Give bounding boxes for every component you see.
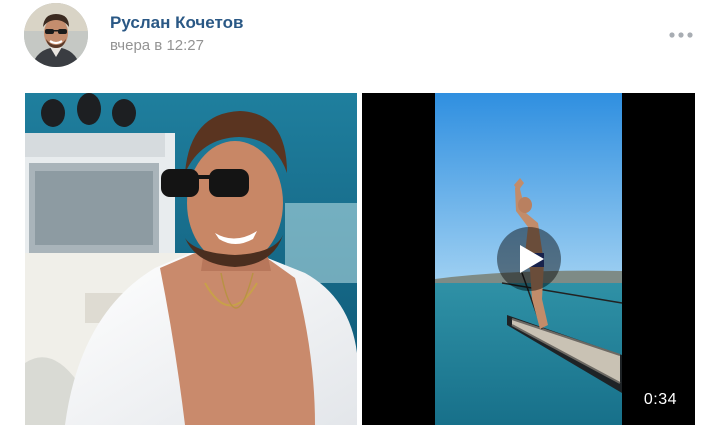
play-icon — [519, 245, 544, 273]
video-play-button[interactable] — [497, 227, 561, 291]
more-horizontal-icon — [669, 32, 693, 38]
author-avatar[interactable] — [24, 3, 88, 67]
post-more-button[interactable] — [664, 24, 698, 46]
post-timestamp[interactable]: вчера в 12:27 — [110, 37, 204, 54]
video-duration: 0:34 — [643, 391, 677, 408]
video-attachment[interactable]: 0:34 — [362, 93, 695, 425]
photo-attachment[interactable] — [25, 93, 357, 425]
author-name-link[interactable]: Руслан Кочетов — [110, 13, 243, 33]
